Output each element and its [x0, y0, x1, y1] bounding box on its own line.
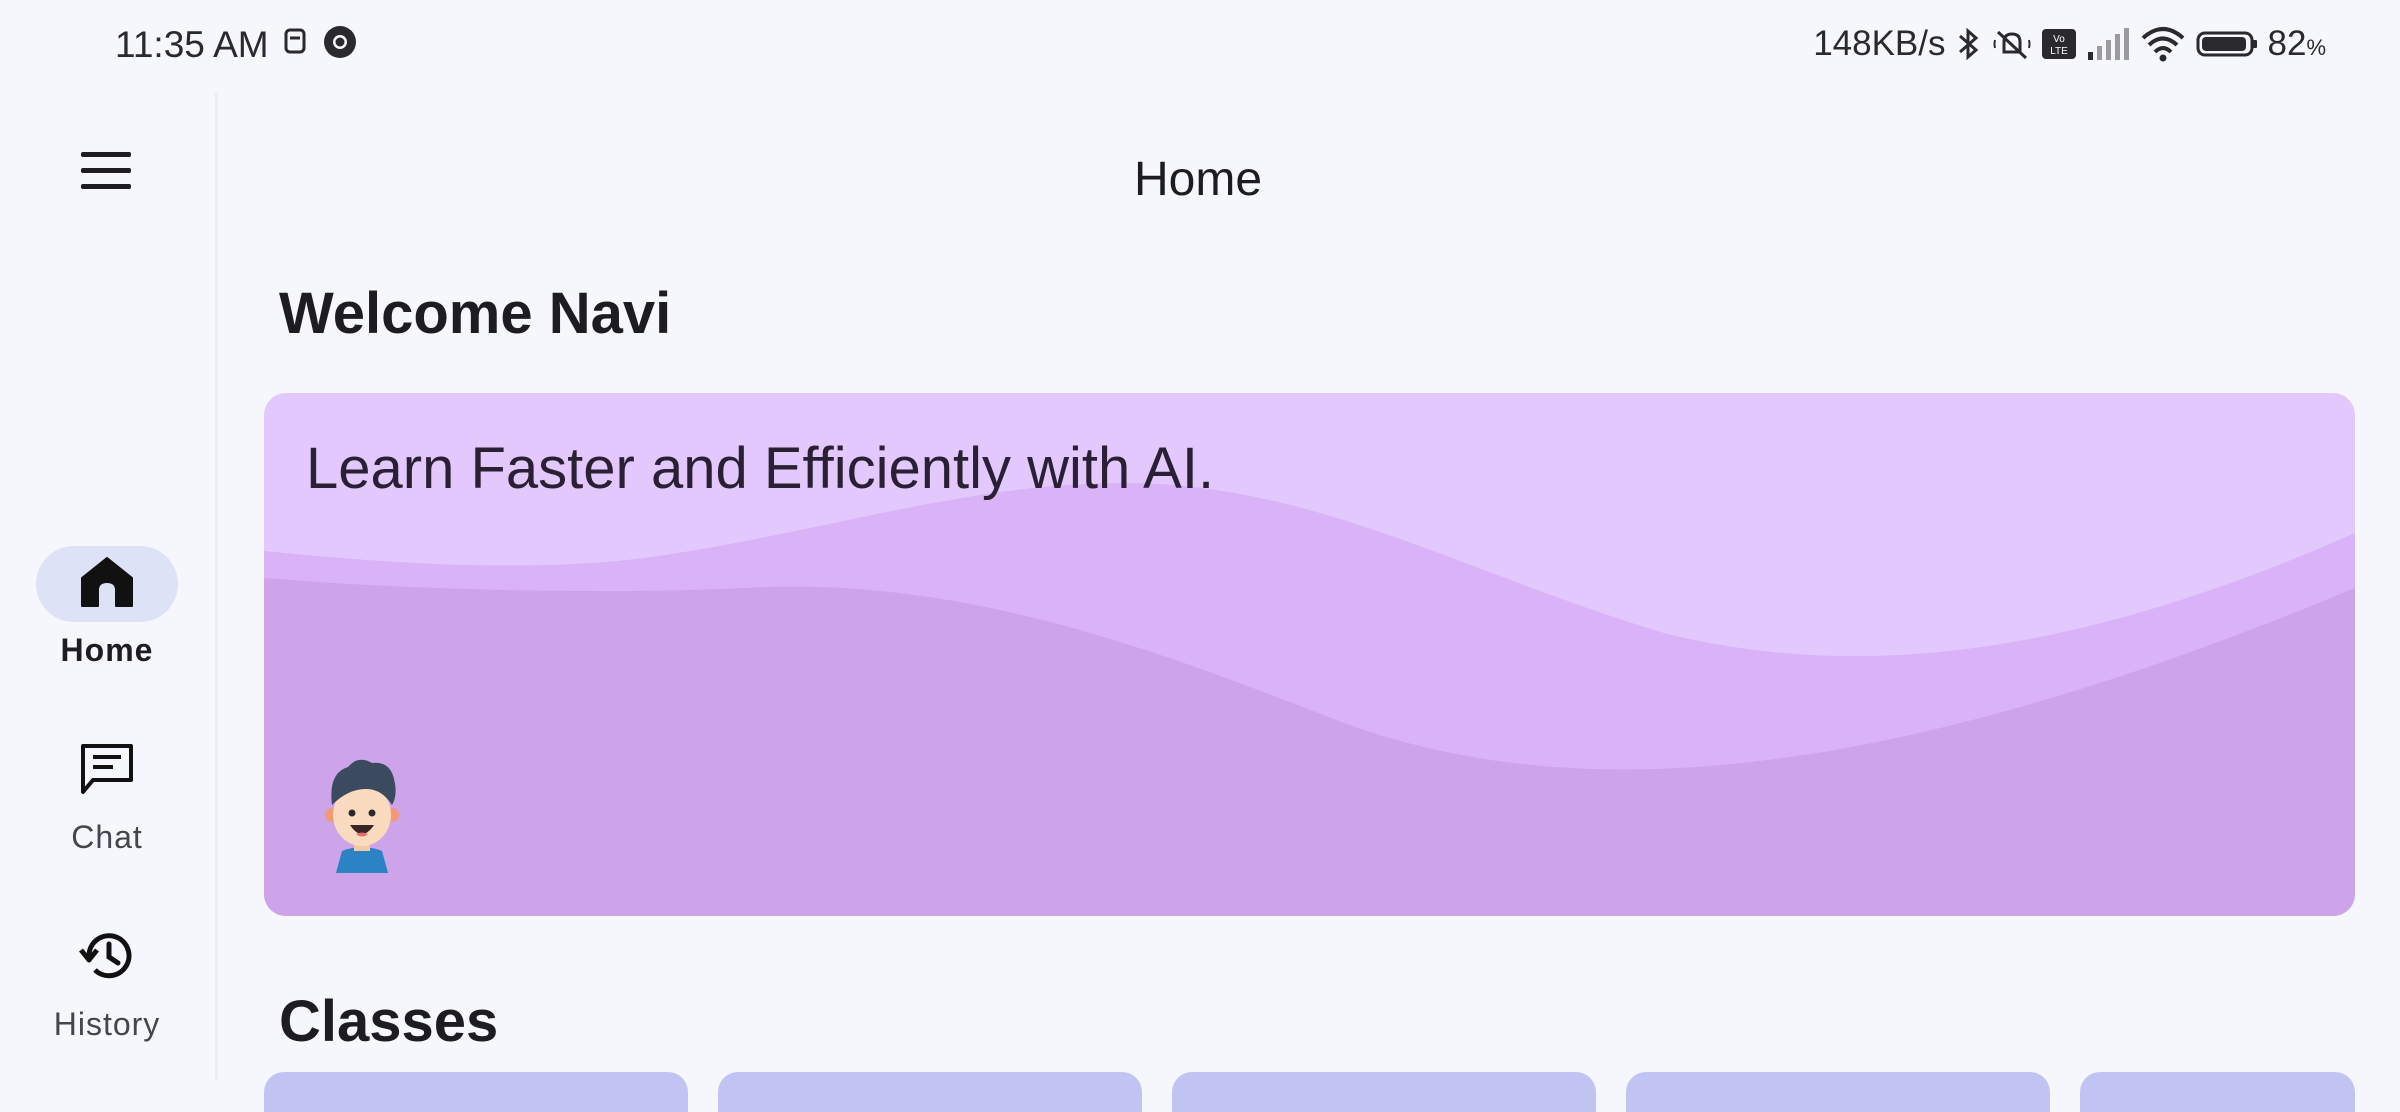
rail-label-home: Home [60, 632, 154, 668]
rail-label-chat: Chat [71, 819, 143, 855]
class-card[interactable] [718, 1072, 1142, 1112]
status-right: 148KB/s Vo LTE 82% [1813, 24, 2326, 64]
class-card[interactable] [1172, 1072, 1596, 1112]
class-card[interactable] [2080, 1072, 2355, 1112]
page-title: Home [1134, 153, 1263, 206]
home-icon [80, 556, 134, 613]
class-card[interactable] [1626, 1072, 2050, 1112]
bluetooth-icon [1956, 26, 1982, 62]
hamburger-menu-icon[interactable] [77, 148, 135, 194]
classes-heading: Classes [279, 989, 499, 1054]
hero-headline: Learn Faster and Efficiently with AI. [306, 436, 1215, 501]
class-card[interactable] [264, 1072, 688, 1112]
home-indicator [36, 546, 178, 622]
status-bar: 11:35 AM 148KB/s Vo LTE 82% [0, 0, 2400, 92]
battery-percent: 82% [2267, 24, 2327, 63]
rail-label-history: History [53, 1006, 161, 1042]
welcome-heading: Welcome Navi [279, 281, 672, 346]
boy-avatar-icon [312, 753, 412, 873]
notification-icon [282, 26, 308, 58]
chat-indicator [36, 733, 178, 809]
silent-icon [1992, 26, 2032, 62]
chrome-icon [322, 24, 358, 60]
chat-icon [79, 742, 135, 801]
volte-icon: Vo LTE [2041, 29, 2076, 59]
svg-text:Vo: Vo [2053, 34, 2065, 45]
signal-icon [2086, 28, 2130, 60]
battery-icon [2196, 30, 2258, 58]
status-left-icons [282, 24, 358, 60]
rail-item-chat[interactable]: Chat [0, 733, 214, 856]
network-speed: 148KB/s [1813, 24, 1946, 63]
rail-item-history[interactable]: History [0, 920, 214, 1043]
status-time: 11:35 AM [115, 24, 269, 65]
history-indicator [36, 920, 178, 996]
hero-banner-card[interactable]: Learn Faster and Efficiently with AI. [264, 393, 2355, 916]
rail-item-home[interactable]: Home [0, 546, 214, 669]
wifi-icon [2140, 26, 2186, 62]
history-icon [77, 928, 137, 989]
svg-text:LTE: LTE [2050, 46, 2068, 57]
